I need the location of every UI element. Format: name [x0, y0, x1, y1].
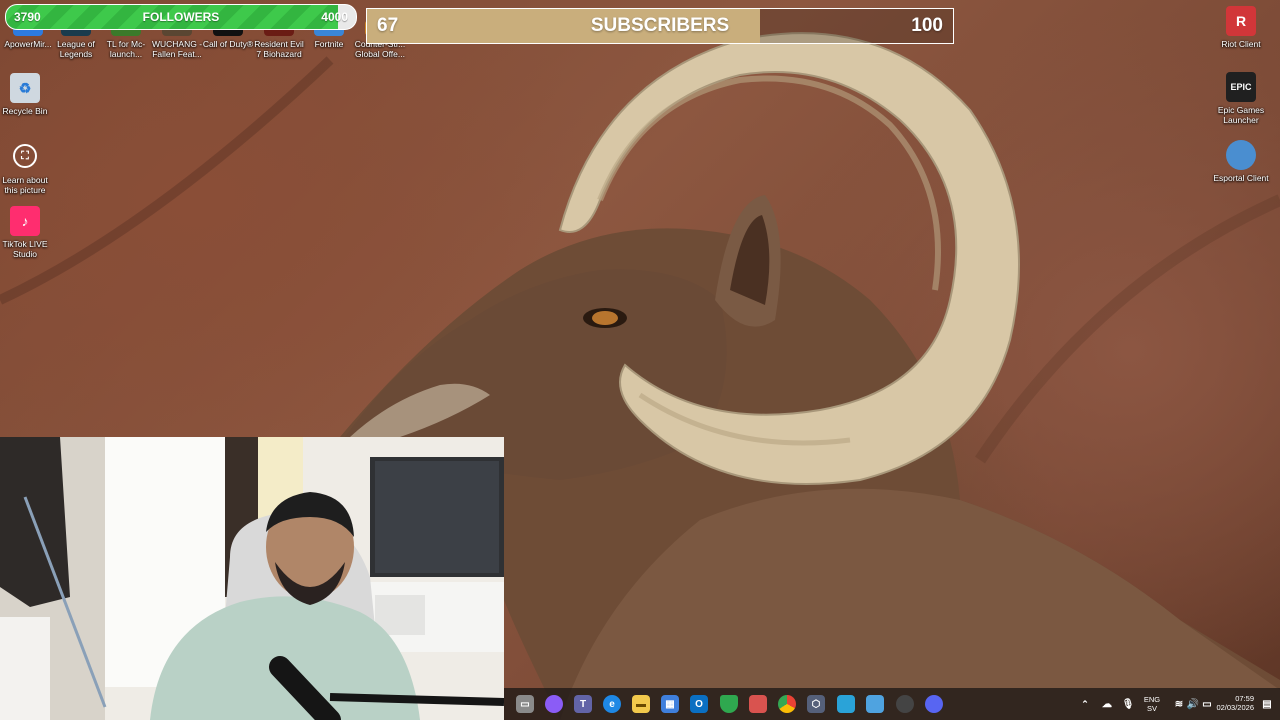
- desktop-icon-label: Resident Evil 7 Biohazard: [254, 39, 304, 59]
- desktop-icon-epic-games[interactable]: EPIC Epic Games Launcher: [1213, 72, 1269, 125]
- desktop-icon-tiktok-live[interactable]: ♪ TikTok LIVE Studio: [0, 206, 53, 259]
- photos-icon[interactable]: [837, 695, 855, 713]
- language-indicator[interactable]: ENG SV: [1142, 695, 1162, 713]
- subscribers-goal: 100: [911, 15, 943, 36]
- clock[interactable]: 07:59 02/03/2026: [1204, 694, 1254, 712]
- followers-label: FOLLOWERS: [142, 10, 220, 24]
- copilot-icon[interactable]: [545, 695, 563, 713]
- desktop-icon-esportal[interactable]: Esportal Client: [1213, 140, 1269, 183]
- outlook-icon[interactable]: O: [690, 695, 708, 713]
- vpn-shield-icon[interactable]: [720, 695, 738, 713]
- desktop-icon-label: Epic Games Launcher: [1217, 105, 1265, 125]
- store-icon[interactable]: ▦: [661, 695, 679, 713]
- clock-date: 02/03/2026: [1216, 703, 1254, 712]
- riot-client-icon: R: [1226, 6, 1256, 36]
- desktop-icon-label: Learn about this picture: [2, 175, 48, 195]
- app-hex-icon[interactable]: ⬡: [807, 695, 825, 713]
- onedrive-icon[interactable]: ☁: [1098, 695, 1116, 713]
- obs-icon[interactable]: [896, 695, 914, 713]
- desktop-icon-label: League of Legends: [57, 39, 95, 59]
- desktop-icon-label: WUCHANG - Fallen Feat...: [151, 39, 203, 59]
- desktop-icon-label: Fortnite: [314, 39, 344, 49]
- desktop-icon-label: Call of Duty®: [202, 39, 254, 49]
- chevron-up-icon[interactable]: ⌃: [1076, 695, 1094, 713]
- teams-icon[interactable]: T: [574, 695, 592, 713]
- language-top: ENG: [1143, 695, 1161, 704]
- tiktok-live-icon: ♪: [10, 206, 40, 236]
- desktop-icon-learn-about-picture[interactable]: ⛶ Learn about this picture: [0, 140, 53, 195]
- desktop-icon-label: Recycle Bin: [2, 106, 48, 116]
- esportal-icon: [1226, 140, 1256, 170]
- remote-desktop-icon[interactable]: [866, 695, 884, 713]
- taskbar: ▭ T e ▬ ▦ O ⬡ ⌃ ☁ 🎙 ENG SV ≋ 🔊 ▭ 07:59 0…: [504, 688, 1280, 720]
- desktop-icon-riot-client[interactable]: R Riot Client: [1213, 6, 1269, 49]
- file-manager-icon[interactable]: ▭: [516, 695, 534, 713]
- desktop-icon-label: Riot Client: [1221, 39, 1261, 49]
- desktop-icon-recycle-bin[interactable]: ♻ Recycle Bin: [0, 73, 53, 116]
- chrome-icon[interactable]: [778, 695, 796, 713]
- webcam-overlay: [0, 437, 504, 720]
- discord-icon[interactable]: [925, 695, 943, 713]
- learn-picture-icon: ⛶: [13, 144, 37, 168]
- followers-goal: 4000: [321, 10, 348, 24]
- clock-time: 07:59: [1235, 694, 1254, 703]
- language-bottom: SV: [1146, 704, 1157, 713]
- microsoft365-icon[interactable]: [749, 695, 767, 713]
- desktop-icon-label: Esportal Client: [1213, 173, 1269, 183]
- explorer-icon[interactable]: ▬: [632, 695, 650, 713]
- recycle-bin-icon: ♻: [10, 73, 40, 103]
- microphone-icon[interactable]: 🎙: [1119, 695, 1137, 713]
- webcam-feed-image: [0, 437, 504, 720]
- desktop-icon-label: TL for Mc-launch...: [106, 39, 146, 59]
- desktop-icon-label: TikTok LIVE Studio: [2, 239, 48, 259]
- subscribers-goal-bar: 67 SUBSCRIBERS 100: [366, 8, 954, 44]
- edge-icon[interactable]: e: [603, 695, 621, 713]
- epic-games-icon: EPIC: [1226, 72, 1256, 102]
- followers-goal-bar: 3790 FOLLOWERS 4000: [5, 4, 357, 30]
- notifications-icon[interactable]: ▤: [1258, 695, 1276, 713]
- subscribers-label: SUBSCRIBERS: [590, 15, 730, 36]
